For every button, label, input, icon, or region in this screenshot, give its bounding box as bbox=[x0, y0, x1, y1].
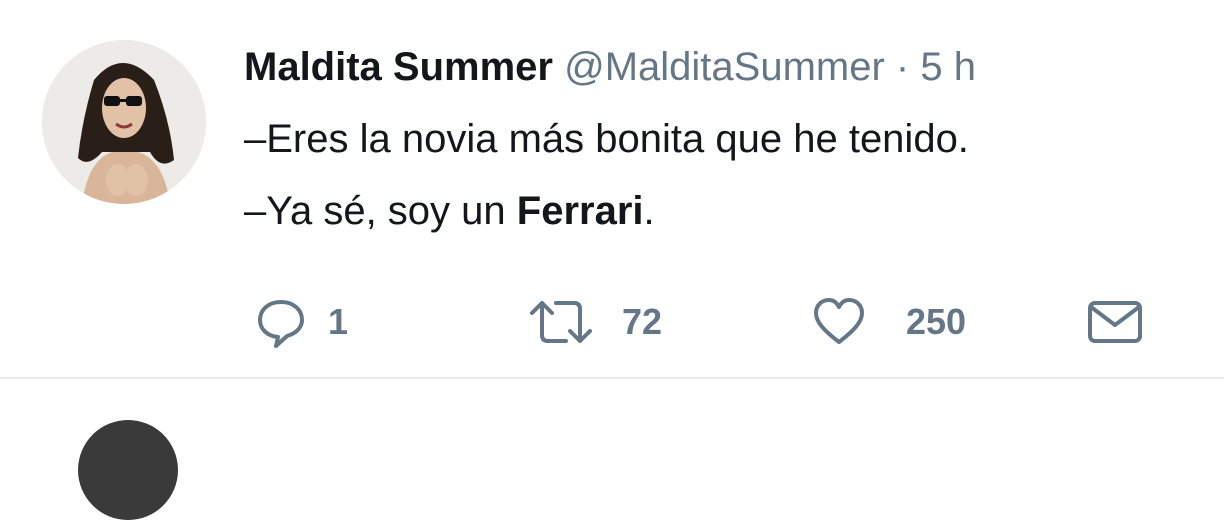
separator-dot: · bbox=[895, 45, 910, 89]
direct-message-icon bbox=[1086, 295, 1144, 349]
tweet-header: Maldita Summer @MalditaSummer · 5 h bbox=[244, 42, 976, 92]
like-button[interactable]: 250 bbox=[812, 292, 966, 352]
tweet-text-bold: Ferrari bbox=[516, 189, 644, 233]
reply-button[interactable]: 1 bbox=[254, 292, 348, 352]
tweet-actions: 1 72 250 bbox=[0, 292, 1224, 352]
tweet-text-suffix: . bbox=[643, 189, 655, 233]
tweet-divider bbox=[0, 377, 1224, 379]
avatar[interactable] bbox=[42, 40, 206, 204]
timestamp[interactable]: 5 h bbox=[920, 45, 976, 89]
retweet-count: 72 bbox=[622, 301, 663, 342]
tweet[interactable]: Maldita Summer @MalditaSummer · 5 h –Ere… bbox=[0, 0, 1224, 378]
reply-icon bbox=[254, 295, 308, 349]
author-handle[interactable]: @MalditaSummer bbox=[564, 45, 885, 89]
reply-count: 1 bbox=[328, 301, 349, 342]
tweet-text-line-1: –Eres la novia más bonita que he tenido. bbox=[244, 117, 969, 161]
tweet-text-prefix: –Ya sé, soy un bbox=[244, 189, 517, 233]
like-count: 250 bbox=[906, 301, 967, 342]
like-icon bbox=[812, 295, 866, 349]
tweet-text-line-2: –Ya sé, soy un Ferrari. bbox=[244, 186, 655, 236]
retweet-button[interactable]: 72 bbox=[526, 292, 662, 352]
retweet-icon bbox=[526, 295, 596, 349]
avatar[interactable] bbox=[78, 420, 178, 520]
author-name[interactable]: Maldita Summer bbox=[244, 45, 553, 89]
direct-message-button[interactable] bbox=[1086, 292, 1144, 352]
